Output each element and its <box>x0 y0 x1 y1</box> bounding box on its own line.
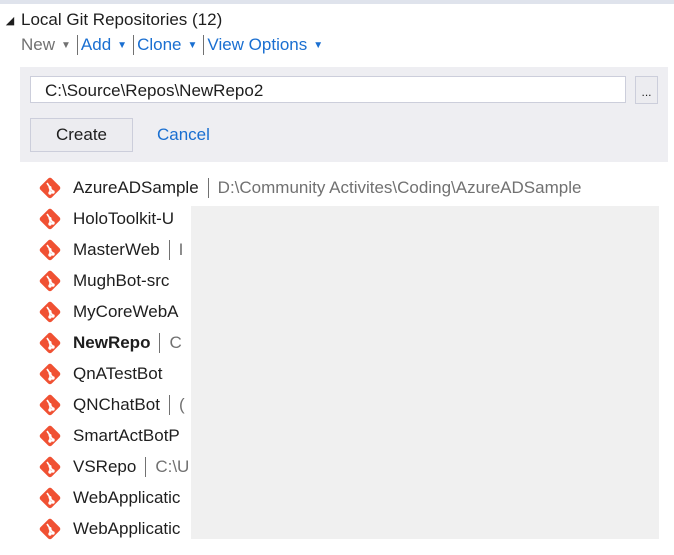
git-repo-icon <box>39 394 61 415</box>
git-repo-icon <box>39 332 61 353</box>
repo-name: MasterWeb <box>73 239 160 259</box>
git-repo-icon <box>39 456 61 477</box>
top-border <box>0 0 674 4</box>
new-dropdown[interactable]: New ▼ <box>21 35 77 55</box>
repo-separator <box>168 394 170 415</box>
repo-path-input[interactable] <box>30 76 626 103</box>
create-repo-panel: ... Create Cancel <box>20 67 668 162</box>
repo-path: ( <box>178 394 185 414</box>
git-repo-icon <box>39 301 61 322</box>
repo-name: VSRepo <box>73 456 137 476</box>
section-header-local-git-repositories[interactable]: ◢ Local Git Repositories (12) <box>2 9 223 31</box>
chevron-down-icon: ▼ <box>187 39 198 51</box>
toolbar-separator <box>203 35 205 55</box>
redacted-region <box>191 206 659 539</box>
toolbar-separator <box>133 35 135 55</box>
repo-name: MughBot-src <box>73 270 170 290</box>
git-repo-icon <box>39 239 61 260</box>
view-options-dropdown[interactable]: View Options ▼ <box>207 35 329 55</box>
repo-separator <box>207 177 209 198</box>
repo-toolbar: New ▼ Add ▼ Clone ▼ View Options ▼ <box>21 34 329 56</box>
repo-name: WebApplicatic <box>73 487 181 507</box>
cancel-link[interactable]: Cancel <box>157 125 210 145</box>
new-label: New <box>21 35 56 54</box>
git-repo-icon <box>39 518 61 539</box>
repo-separator <box>159 332 161 353</box>
chevron-down-icon: ▼ <box>61 39 71 51</box>
expand-collapse-icon[interactable]: ◢ <box>2 14 18 27</box>
git-repo-icon <box>39 270 61 291</box>
git-repo-icon <box>39 487 61 508</box>
view-options-label: View Options <box>207 35 308 54</box>
clone-label: Clone <box>137 35 182 54</box>
repo-list-item[interactable]: AzureADSample D:\Community Activites\Codi… <box>38 172 674 203</box>
chevron-down-icon: ▼ <box>313 39 324 51</box>
repo-name: QnATestBot <box>73 363 163 383</box>
repo-separator <box>168 239 170 260</box>
git-repo-icon <box>39 425 61 446</box>
repo-separator <box>145 456 147 477</box>
clone-dropdown[interactable]: Clone ▼ <box>137 35 203 55</box>
git-repo-icon <box>39 363 61 384</box>
repo-name: MyCoreWebA <box>73 301 179 321</box>
create-button[interactable]: Create <box>30 118 133 152</box>
browse-button[interactable]: ... <box>635 76 658 104</box>
repo-name: QNChatBot <box>73 394 160 414</box>
repo-path: D:\Community Activites\Coding\AzureADSam… <box>217 177 582 197</box>
repo-name: WebApplicatic <box>73 518 181 538</box>
repo-name: SmartActBotP <box>73 425 180 445</box>
toolbar-separator <box>76 35 78 55</box>
section-title: Local Git Repositories (12) <box>21 10 223 29</box>
add-dropdown[interactable]: Add ▼ <box>81 35 133 55</box>
repo-name: AzureADSample <box>73 177 199 197</box>
repo-path: I <box>178 239 184 259</box>
repo-path: C <box>169 332 182 352</box>
add-label: Add <box>80 35 112 54</box>
git-repo-icon <box>39 208 61 229</box>
repo-name: NewRepo <box>73 332 151 352</box>
chevron-down-icon: ▼ <box>117 39 128 51</box>
repo-path: C:\U <box>155 456 190 476</box>
repo-name: HoloToolkit-U <box>73 208 175 228</box>
git-repo-icon <box>39 177 61 198</box>
